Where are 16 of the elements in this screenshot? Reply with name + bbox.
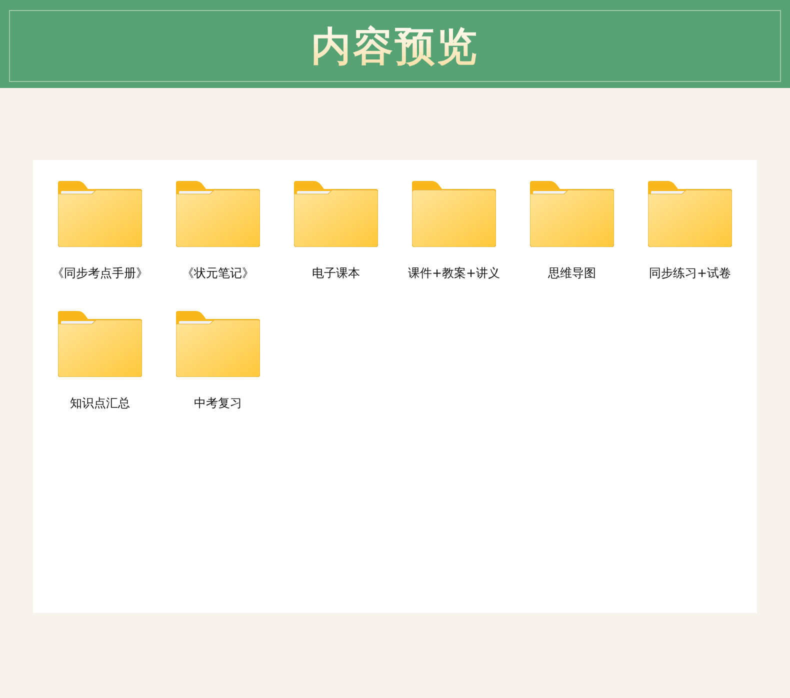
folder-icon[interactable] bbox=[176, 181, 260, 247]
folder-name[interactable]: 电子课本 bbox=[288, 265, 384, 297]
folder-icon[interactable] bbox=[294, 181, 378, 247]
folder-icon[interactable] bbox=[412, 181, 496, 247]
folder-icon[interactable] bbox=[176, 311, 260, 377]
folder-icon[interactable] bbox=[530, 181, 614, 247]
folder-name[interactable]: 中考复习 bbox=[170, 395, 266, 427]
folder-name[interactable]: 课件+教案+讲义 bbox=[406, 265, 502, 297]
folder-name[interactable]: 《同步考点手册》 bbox=[52, 265, 148, 297]
folder-name[interactable]: 知识点汇总 bbox=[52, 395, 148, 427]
folder-icon[interactable] bbox=[648, 181, 732, 247]
folder-name[interactable]: 同步练习+试卷 bbox=[642, 265, 738, 297]
folder-name[interactable]: 《状元笔记》 bbox=[170, 265, 266, 297]
folder-name[interactable]: 思维导图 bbox=[524, 265, 620, 297]
folder-icon[interactable] bbox=[58, 311, 142, 377]
folder-icon[interactable] bbox=[58, 181, 142, 247]
